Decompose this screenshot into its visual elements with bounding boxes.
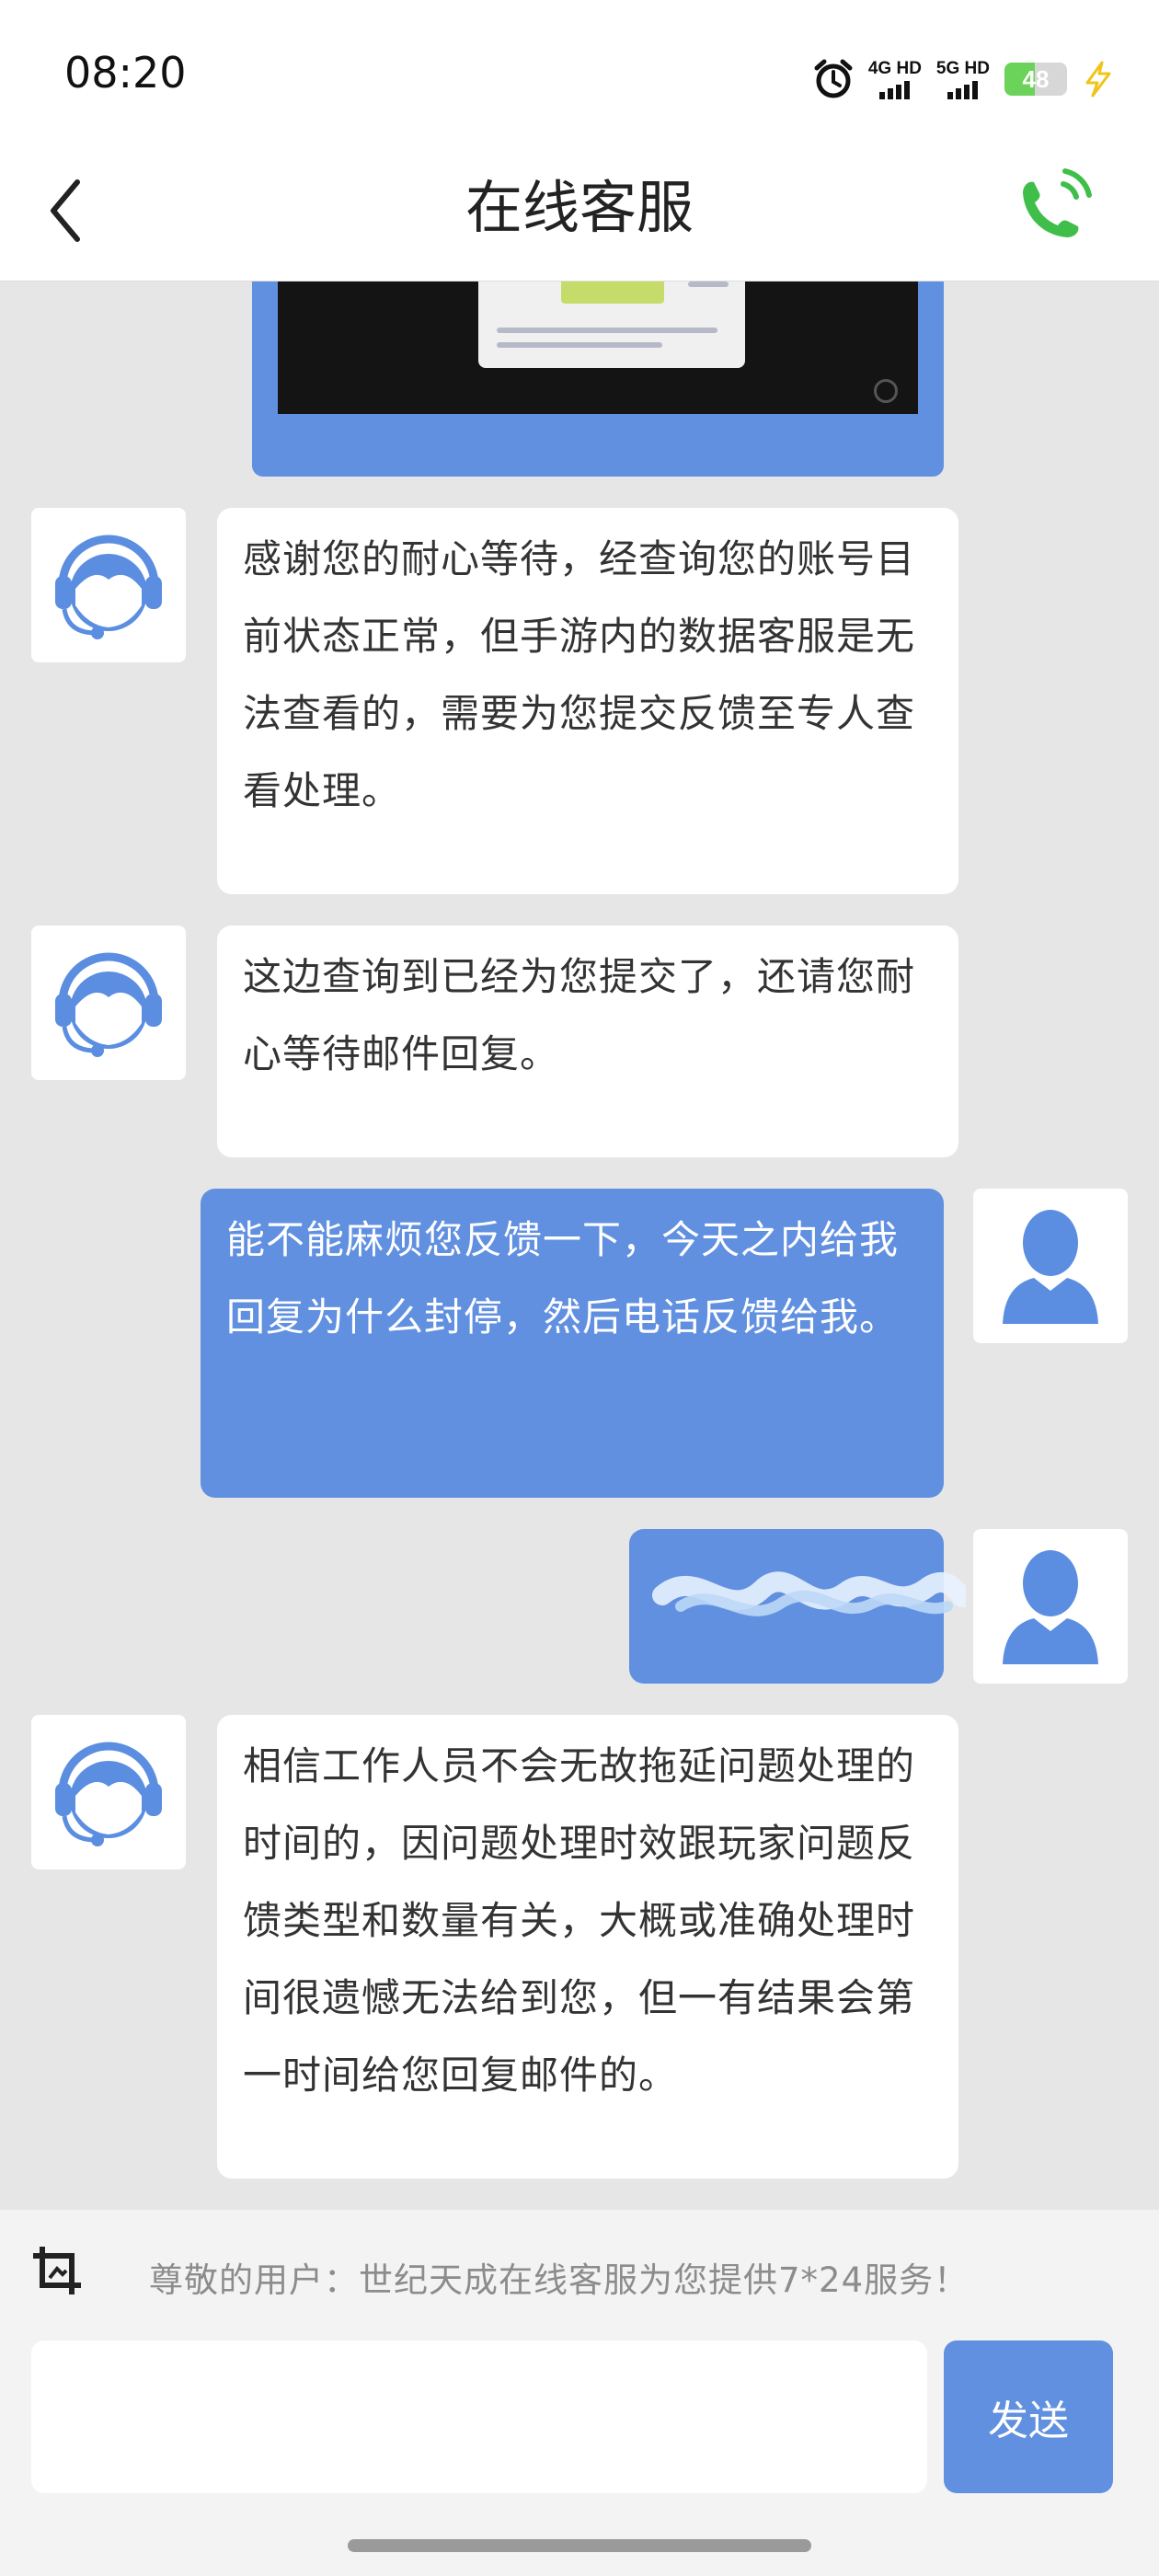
headset-agent-icon bbox=[55, 535, 162, 639]
header: 在线客服 bbox=[0, 147, 1159, 282]
agent-message-2: 这边查询到已经为您提交了，还请您耐心等待邮件回复。 bbox=[217, 926, 958, 1157]
input-area: 尊敬的用户：世纪天成在线客服为您提供7*24服务！ 发送 bbox=[0, 2210, 1159, 2576]
signal-icon bbox=[879, 80, 911, 99]
network-5g: 5G HD bbox=[936, 60, 990, 99]
service-notice: 尊敬的用户：世纪天成在线客服为您提供7*24服务！ bbox=[149, 2260, 970, 2300]
agent-avatar bbox=[31, 926, 186, 1080]
image-dialog-shape bbox=[478, 282, 745, 368]
agent-message-3: 相信工作人员不会无故拖延问题处理的时间的，因问题处理时效跟玩家问题反馈类型和数量… bbox=[217, 1715, 958, 2179]
network-4g: 4G HD bbox=[868, 60, 922, 99]
message-input[interactable] bbox=[31, 2340, 927, 2493]
phone-call-icon bbox=[1023, 168, 1092, 237]
status-icons: 4G HD 5G HD 48 bbox=[813, 52, 1115, 107]
home-indicator[interactable] bbox=[348, 2539, 811, 2552]
user-avatar bbox=[973, 1189, 1128, 1343]
call-button[interactable] bbox=[1003, 156, 1104, 258]
redacted-scribble bbox=[652, 1571, 966, 1616]
alarm-icon bbox=[814, 59, 853, 98]
status-bar: 08:20 4G HD 5G HD 48 bbox=[0, 0, 1159, 147]
signal-icon bbox=[947, 80, 979, 99]
user-silhouette-icon bbox=[1003, 1210, 1098, 1324]
page-title: 在线客服 bbox=[465, 174, 694, 241]
image-message-screenshot bbox=[278, 282, 918, 414]
user-message-1: 能不能麻烦您反馈一下，今天之内给我回复为什么封停，然后电话反馈给我。 bbox=[201, 1189, 944, 1498]
charging-icon bbox=[1085, 61, 1111, 98]
crop-icon bbox=[33, 2247, 81, 2294]
send-button[interactable]: 发送 bbox=[944, 2340, 1113, 2493]
user-avatar bbox=[973, 1529, 1128, 1684]
headset-agent-icon bbox=[55, 1742, 162, 1846]
chat-area[interactable]: 感谢您的耐心等待，经查询您的账号目前状态正常，但手游内的数据客服是无法查看的，需… bbox=[0, 282, 1159, 2210]
battery-icon: 48 bbox=[1004, 63, 1067, 96]
battery-level: 48 bbox=[1022, 65, 1050, 93]
network-5g-label: 5G HD bbox=[935, 58, 990, 78]
agent-avatar bbox=[31, 1715, 186, 1869]
headset-agent-icon bbox=[55, 952, 162, 1057]
image-message[interactable] bbox=[252, 282, 944, 477]
network-4g-label: 4G HD bbox=[867, 58, 922, 78]
user-silhouette-icon bbox=[1003, 1550, 1098, 1664]
status-time: 08:20 bbox=[64, 48, 187, 98]
agent-avatar bbox=[31, 508, 186, 662]
agent-message-1: 感谢您的耐心等待，经查询您的账号目前状态正常，但手游内的数据客服是无法查看的，需… bbox=[217, 508, 958, 894]
crop-image-button[interactable] bbox=[29, 2243, 85, 2298]
